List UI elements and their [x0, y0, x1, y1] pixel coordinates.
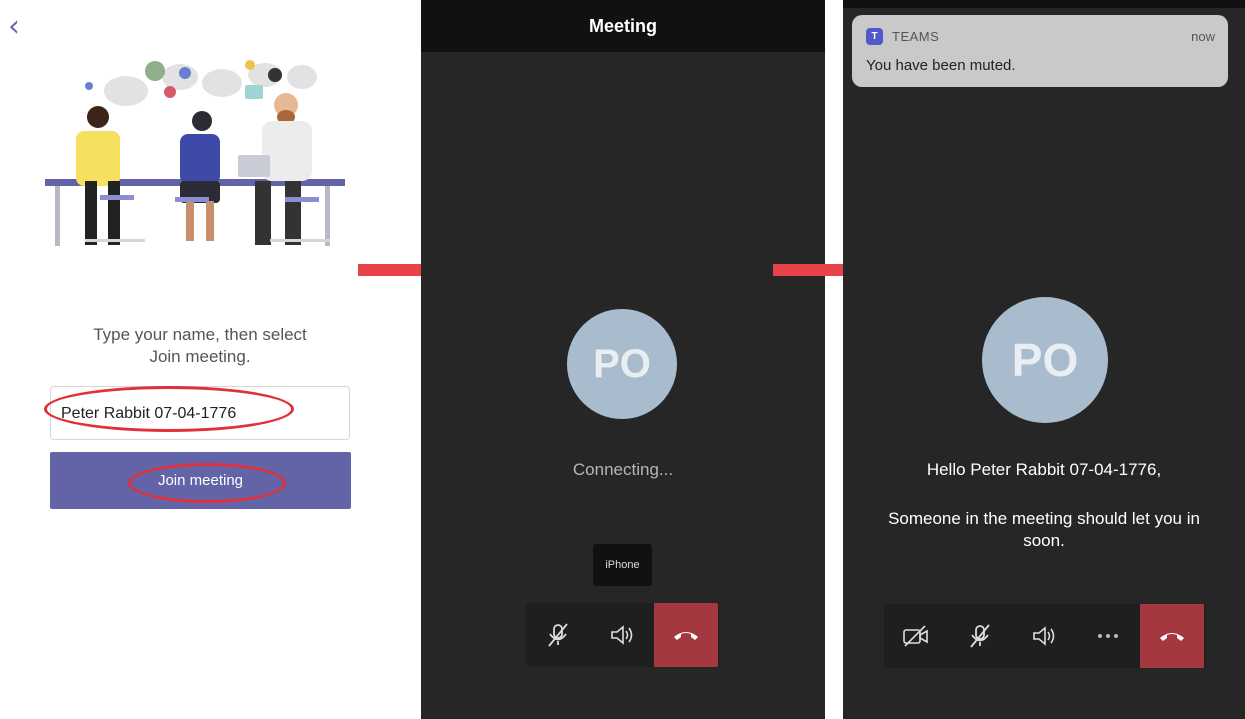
- meeting-title: Meeting: [588, 15, 657, 36]
- connecting-status: Connecting...: [572, 460, 674, 479]
- more-icon: [1098, 634, 1118, 638]
- avatar: PO: [982, 297, 1108, 423]
- hang-up-button[interactable]: [654, 603, 718, 667]
- mic-muted-icon: [548, 623, 568, 647]
- speaker-button[interactable]: [1012, 604, 1076, 668]
- avatar-initials: PO: [593, 341, 651, 386]
- join-screen: ‹ Type your name, then select Join meeti…: [0, 0, 405, 719]
- device-label: iPhone: [593, 544, 652, 586]
- lobby-wait-message: Someone in the meeting should let you in…: [888, 509, 1200, 550]
- instruction-line-2: Join meeting.: [149, 347, 251, 366]
- button-highlight-circle: [128, 463, 286, 503]
- mic-muted-icon: [970, 624, 990, 648]
- notification-message: You have been muted.: [866, 57, 1016, 74]
- chevron-left-icon[interactable]: ‹: [8, 12, 20, 42]
- instruction-line-1: Type your name, then select: [93, 325, 307, 344]
- mute-button[interactable]: [526, 603, 590, 667]
- more-options-button[interactable]: [1076, 604, 1140, 668]
- speaker-button[interactable]: [590, 603, 654, 667]
- hang-up-icon: [674, 632, 698, 640]
- avatar-initials: PO: [1011, 334, 1079, 386]
- speaker-icon: [611, 625, 633, 645]
- join-instruction: Type your name, then select Join meeting…: [60, 324, 340, 368]
- meeting-illustration: [45, 60, 345, 246]
- teams-icon: T: [866, 28, 883, 45]
- hang-up-button[interactable]: [1140, 604, 1204, 668]
- speaker-icon: [1033, 626, 1055, 646]
- meeting-title-bar: Meeting: [421, 0, 825, 52]
- call-controls: [526, 603, 719, 667]
- mute-button[interactable]: [948, 604, 1012, 668]
- greeting: Hello Peter Rabbit 07-04-1776,: [926, 460, 1162, 479]
- connecting-screen: Meeting PO Connecting... iPhone: [421, 0, 825, 719]
- video-off-icon: [903, 625, 928, 647]
- notification-time: now: [1191, 29, 1215, 44]
- hang-up-icon: [1160, 633, 1184, 641]
- name-highlight-circle: [44, 386, 294, 432]
- status-strip: [843, 0, 1245, 8]
- call-controls: [884, 604, 1206, 668]
- camera-button[interactable]: [884, 604, 948, 668]
- avatar: PO: [567, 309, 677, 419]
- lobby-screen: T TEAMS now You have been muted. PO Hell…: [843, 0, 1245, 719]
- mute-notification[interactable]: T TEAMS now You have been muted.: [852, 15, 1228, 87]
- notification-app: TEAMS: [892, 29, 940, 44]
